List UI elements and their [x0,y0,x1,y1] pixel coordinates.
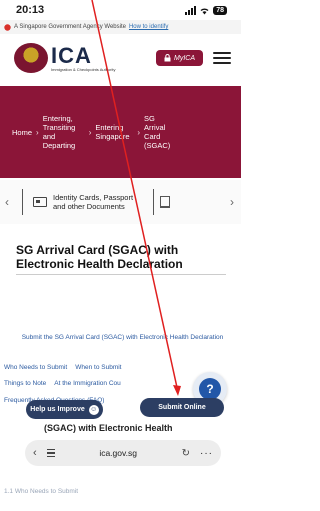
breadcrumb: Home › Entering, Transiting and Departin… [0,86,241,178]
hamburger-menu-icon[interactable] [213,52,231,64]
myica-button[interactable]: MyICA [156,50,203,66]
chevron-right-icon: › [137,127,141,137]
status-indicators: 78 [185,5,227,15]
toc-link-things[interactable]: Things to Note [4,380,46,387]
chevron-right-icon: › [88,127,92,137]
toc-link-submit[interactable]: Submit the SG Arrival Card (SGAC) with E… [20,334,225,342]
help-label: Help us Improve [30,406,85,413]
lion-head-icon [4,23,11,31]
breadcrumb-entering-singapore[interactable]: Entering Singapore [95,123,133,141]
gov-banner-text: A Singapore Government Agency Website [14,24,126,30]
chevron-right-icon[interactable]: › [225,195,239,209]
page-title: SG Arrival Card (SGAC) with Electronic H… [16,243,183,271]
ica-seal-icon [14,43,48,73]
more-icon[interactable]: ··· [200,448,213,459]
url-field[interactable]: ica.gov.sg [65,448,172,458]
toc-row: Things to Note At the Immigration Cou [4,380,214,387]
gov-banner: A Singapore Government Agency Website Ho… [0,20,241,34]
topic-carousel: ‹ Identity Cards, Passport and other Doc… [0,180,241,224]
ica-logo[interactable]: ICA Immigration & Checkpoints Authority [14,43,115,73]
reload-icon[interactable]: ↻ [182,448,190,459]
logo-text: ICA [51,42,92,68]
toc-link-immigration[interactable]: At the Immigration Cou [54,380,120,387]
submit-online-button[interactable]: Submit Online [140,398,224,417]
breadcrumb-current: SG Arrival Card (SGAC) [144,114,171,150]
divider [16,274,226,275]
reader-icon[interactable] [46,448,55,458]
id-card-icon [33,197,47,207]
battery-icon: 78 [213,5,227,15]
toc-link-when[interactable]: When to Submit [75,364,121,371]
myica-label: MyICA [174,54,195,62]
carousel-item-documents[interactable]: Identity Cards, Passport and other Docum… [22,189,145,215]
help-us-improve-button[interactable]: Help us Improve ☺ [26,400,103,419]
smiley-icon: ☺ [88,404,99,415]
carousel-item-label: Identity Cards, Passport and other Docum… [53,193,134,211]
lock-icon [164,54,171,62]
question-icon: ? [199,378,221,400]
logo-subtext: Immigration & Checkpoints Authority [51,66,116,72]
breadcrumb-home[interactable]: Home [12,128,32,137]
building-icon [160,196,170,208]
chevron-right-icon: › [36,127,39,137]
faded-link[interactable]: 1.1 Who Needs to Submit [4,488,214,495]
signal-bars-icon [185,5,197,15]
carousel-item-next[interactable] [153,189,170,215]
browser-toolbar: ‹ ica.gov.sg ↻ ··· [25,440,221,466]
toc-link-who[interactable]: Who Needs to Submit [4,364,67,371]
status-time: 20:13 [16,4,45,16]
section-heading: (SGAC) with Electronic Health [44,423,173,433]
site-header: ICA Immigration & Checkpoints Authority … [0,34,241,82]
breadcrumb-entering-transiting[interactable]: Entering, Transiting and Departing [43,114,85,150]
chevron-left-icon[interactable]: ‹ [0,195,14,209]
wifi-icon [200,7,209,14]
gov-banner-link[interactable]: How to identify [129,24,168,30]
toc-row: Who Needs to Submit When to Submit [4,364,214,371]
status-bar: 20:13 78 [0,0,241,20]
back-icon[interactable]: ‹ [33,447,37,459]
